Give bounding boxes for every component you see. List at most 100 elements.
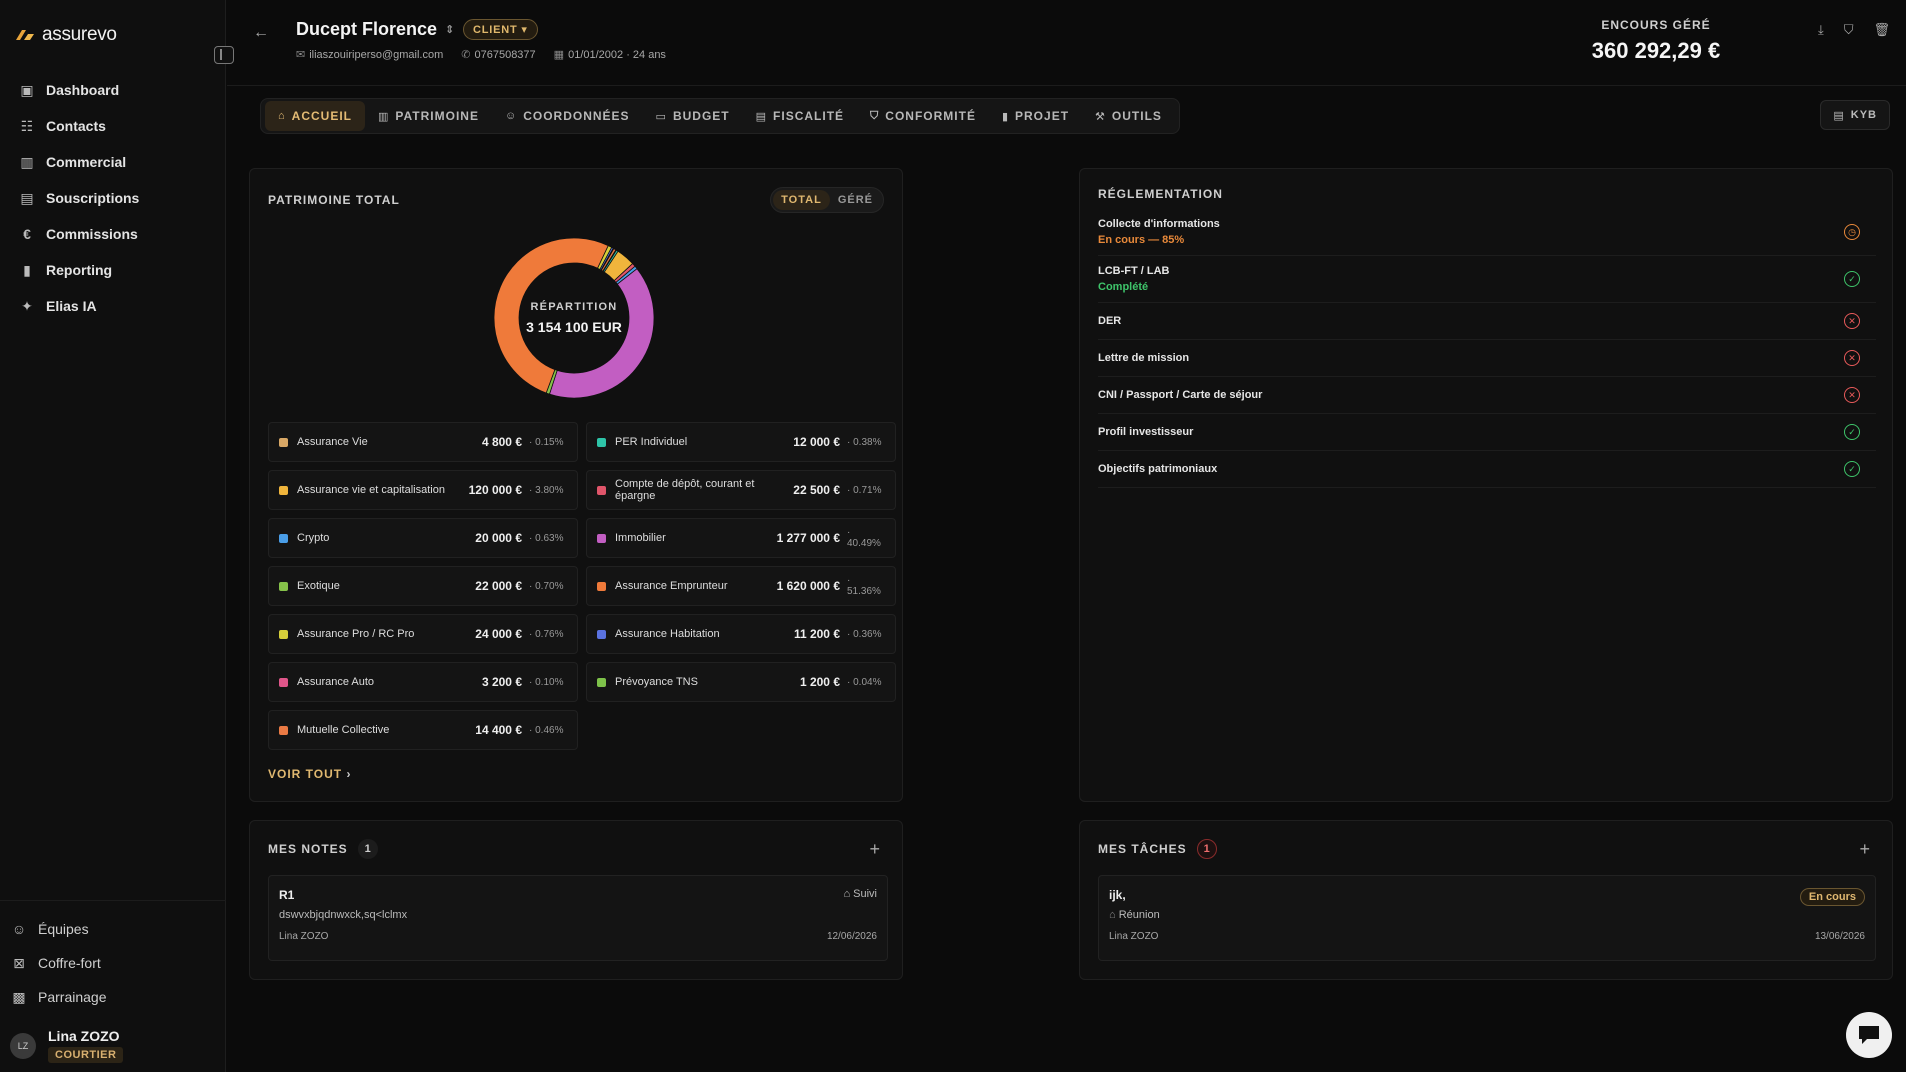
tab-budget[interactable]: ▭ BUDGET <box>643 101 743 131</box>
client-type-badge[interactable]: CLIENT ▾ <box>463 19 538 40</box>
task-card[interactable]: ijk, En cours ⌂ Réunion Lina ZOZO 13/06/… <box>1098 875 1876 961</box>
patrimoine-item-percent: · 51.36% <box>847 575 881 597</box>
notes-title: MES NOTES <box>268 842 348 856</box>
tab-label: CONFORMITÉ <box>885 109 976 123</box>
color-dot <box>597 485 606 495</box>
color-dot <box>279 437 288 447</box>
patrimoine-item-percent: · 0.63% <box>529 532 564 544</box>
tab-projet[interactable]: ▮ PROJET <box>989 101 1082 131</box>
reglementation-item[interactable]: Profil investisseur ✓ <box>1098 414 1876 451</box>
voir-tout-link[interactable]: VOIR TOUT › <box>268 767 351 781</box>
patrimoine-item[interactable]: Exotique 22 000 € · 0.70% <box>268 566 578 606</box>
sidebar-item-label: Commissions <box>46 226 138 242</box>
notes-header: MES NOTES 1 <box>268 839 378 859</box>
sidebar-toggle-button[interactable] <box>214 46 234 64</box>
patrimoine-item[interactable]: Crypto 20 000 € · 0.63% <box>268 518 578 558</box>
check-circle-icon: ✓ <box>1844 461 1860 477</box>
tab-coordonnées[interactable]: ☺ COORDONNÉES <box>492 101 643 131</box>
sidebar-item-elias-ia[interactable]: ✦ Elias IA <box>0 288 226 324</box>
tab-conformité[interactable]: ⛉ CONFORMITÉ <box>857 101 989 131</box>
sidebar-item-reporting[interactable]: ▮ Reporting <box>0 252 226 288</box>
phone-icon: ✆ <box>461 49 471 61</box>
tab-accueil[interactable]: ⌂ ACCUEIL <box>265 101 365 131</box>
download-icon[interactable]: ⤓ <box>1818 22 1824 38</box>
patrimoine-item[interactable]: Assurance Pro / RC Pro 24 000 € · 0.76% <box>268 614 578 654</box>
note-body: dswvxbjqdnwxck,sq<lclmx <box>279 909 408 921</box>
patrimoine-item[interactable]: Prévoyance TNS 1 200 € · 0.04% <box>586 662 896 702</box>
color-dot <box>597 677 606 687</box>
patrimoine-item[interactable]: Assurance Emprunteur 1 620 000 € · 51.36% <box>586 566 896 606</box>
sidebar-item-commercial[interactable]: ▥ Commercial <box>0 144 226 180</box>
tab-fiscalité[interactable]: ▤ FISCALITÉ <box>743 101 857 131</box>
patrimoine-item[interactable]: Immobilier 1 277 000 € · 40.49% <box>586 518 896 558</box>
trash-icon[interactable]: 🗑 <box>1873 22 1890 38</box>
add-task-button[interactable]: + <box>1859 839 1870 860</box>
note-card[interactable]: R1 ⌂ Suivi dswvxbjqdnwxck,sq<lclmx Lina … <box>268 875 888 961</box>
reglementation-item[interactable]: Collecte d'informations En cours — 85% ◷ <box>1098 209 1876 256</box>
patrimoine-item[interactable]: Assurance vie et capitalisation 120 000 €… <box>268 470 578 510</box>
patrimoine-item-percent: · 3.80% <box>529 484 564 496</box>
reglementation-item[interactable]: Lettre de mission ✕ <box>1098 340 1876 377</box>
client-phone: 0767508377 <box>474 49 536 61</box>
user-profile[interactable]: LZ Lina ZOZO COURTIER <box>10 1028 124 1063</box>
patrimoine-item[interactable]: Assurance Auto 3 200 € · 0.10% <box>268 662 578 702</box>
tab-patrimoine[interactable]: ▥ PATRIMOINE <box>365 101 492 131</box>
reglementation-item-title: Profil investisseur <box>1098 426 1194 438</box>
task-title: ijk, <box>1109 888 1126 902</box>
encours-value: 360 292,29 € <box>1591 38 1721 63</box>
client-name[interactable]: Ducept Florence ⇕ <box>296 19 454 40</box>
sidebar-item-commissions[interactable]: € Commissions <box>0 216 226 252</box>
reglementation-item[interactable]: Objectifs patrimoniaux ✓ <box>1098 451 1876 488</box>
tab-outils[interactable]: ⚒ OUTILS <box>1082 101 1175 131</box>
chat-button[interactable] <box>1846 1012 1892 1058</box>
bar-chart-icon: ▮ <box>1001 110 1010 123</box>
reglementation-panel: RÉGLEMENTATION Collecte d'informations En… <box>1079 168 1893 802</box>
clock-icon: ◷ <box>1844 224 1860 240</box>
patrimoine-item[interactable]: Mutuelle Collective 14 400 € · 0.46% <box>268 710 578 750</box>
patrimoine-item[interactable]: Assurance Vie 4 800 € · 0.15% <box>268 422 578 462</box>
reglementation-item[interactable]: DER ✕ <box>1098 303 1876 340</box>
avatar: LZ <box>10 1032 36 1059</box>
sidebar-item-2[interactable]: ▩ Parrainage <box>0 980 226 1014</box>
color-dot <box>279 629 288 639</box>
patrimoine-item-percent: · 0.10% <box>529 676 564 688</box>
sidebar-item-label: Reporting <box>46 262 113 278</box>
patrimoine-item[interactable]: PER Individuel 12 000 € · 0.38% <box>586 422 896 462</box>
sidebar-item-contacts[interactable]: ☷ Contacts <box>0 108 226 144</box>
back-arrow-icon[interactable]: ← <box>253 24 269 42</box>
dashboard-icon: ▣ <box>20 81 34 98</box>
toggle-gere[interactable]: GÉRÉ <box>830 190 881 210</box>
patrimoine-item-name: Assurance Auto <box>297 676 375 688</box>
patrimoine-item-name: Exotique <box>297 580 340 592</box>
toggle-total[interactable]: TOTAL <box>773 190 830 210</box>
patrimoine-item[interactable]: Assurance Habitation 11 200 € · 0.36% <box>586 614 896 654</box>
color-dot <box>597 533 606 543</box>
logo[interactable]: assurevo <box>14 24 117 46</box>
email-info: ✉ iliaszouiriperso@gmail.com <box>296 48 443 61</box>
reglementation-item[interactable]: CNI / Passport / Carte de séjour ✕ <box>1098 377 1876 414</box>
tab-label: FISCALITÉ <box>773 109 845 123</box>
patrimoine-item-value: 22 000 € <box>475 579 522 593</box>
kyb-button[interactable]: ▤ KYB <box>1820 100 1890 130</box>
sidebar-item-0[interactable]: ☺ Équipes <box>0 912 226 946</box>
reglementation-text: Collecte d'informations En cours — 85% <box>1098 218 1220 246</box>
shield-icon[interactable]: ⛉ <box>1844 22 1854 38</box>
patrimoine-item-percent: · 0.04% <box>847 676 882 688</box>
tab-label: BUDGET <box>672 109 730 123</box>
donut-center-value: 3 154 100 EUR <box>526 319 622 335</box>
color-dot <box>597 437 606 447</box>
reglementation-title: RÉGLEMENTATION <box>1098 187 1223 201</box>
patrimoine-item-name: Prévoyance TNS <box>615 676 698 688</box>
color-dot <box>597 629 606 639</box>
chat-icon <box>1859 1026 1879 1044</box>
sidebar-item-dashboard[interactable]: ▣ Dashboard <box>0 72 226 108</box>
contacts-icon: ☷ <box>20 117 34 134</box>
reglementation-item[interactable]: LCB-FT / LAB Complété ✓ <box>1098 256 1876 303</box>
patrimoine-item[interactable]: Compte de dépôt, courant et épargne 22 50… <box>586 470 896 510</box>
taches-count: 1 <box>1196 839 1217 859</box>
sidebar-item-1[interactable]: ⊠ Coffre-fort <box>0 946 226 980</box>
gift-icon: ▩ <box>12 988 26 1005</box>
add-note-button[interactable]: + <box>869 839 880 860</box>
task-tag-label: Réunion <box>1118 909 1160 921</box>
sidebar-item-souscriptions[interactable]: ▤ Souscriptions <box>0 180 226 216</box>
